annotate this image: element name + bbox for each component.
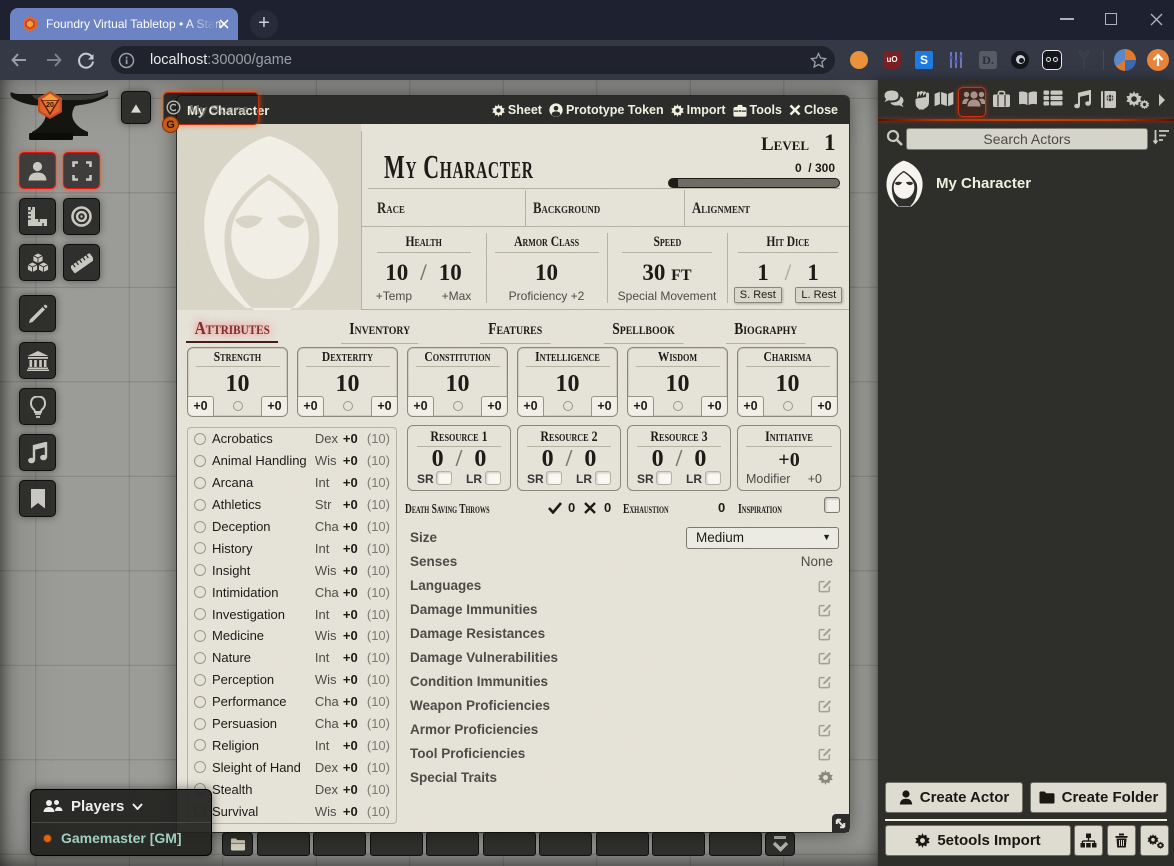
svg-text:20: 20	[46, 102, 54, 109]
